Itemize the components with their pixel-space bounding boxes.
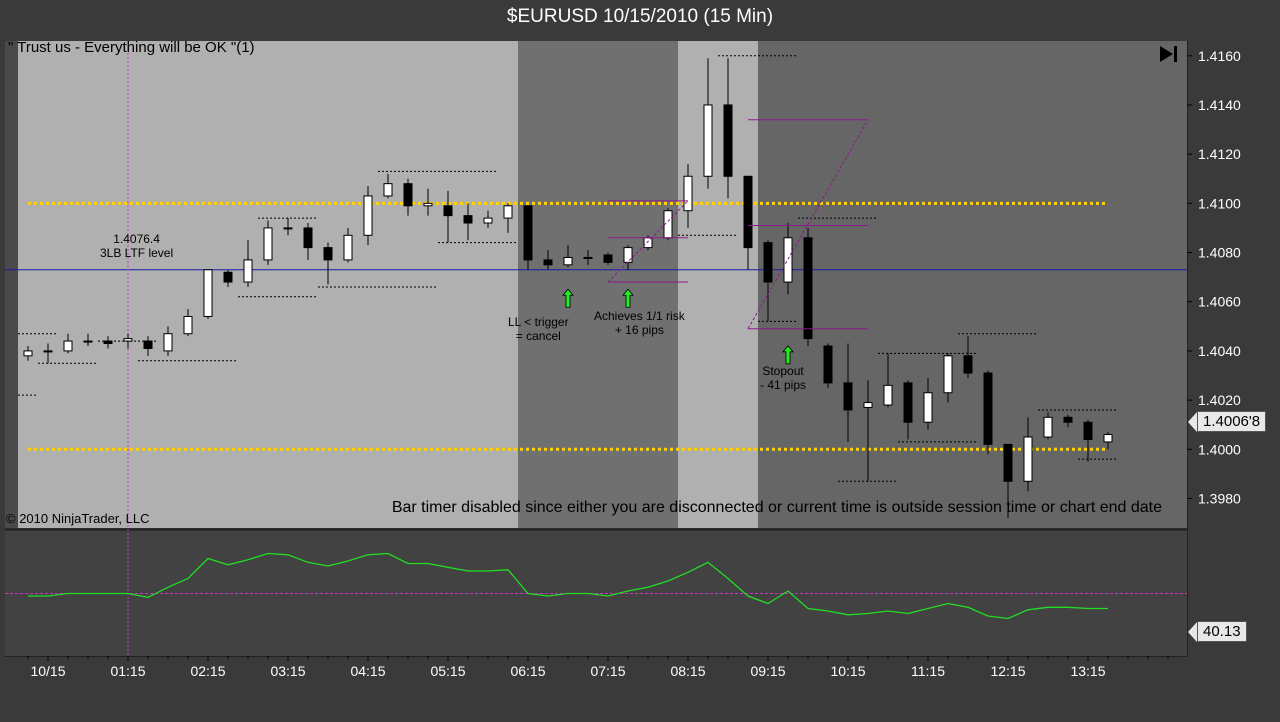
- candle-body: [783, 237, 793, 283]
- candle-body: [683, 175, 693, 212]
- candle-body: [1043, 416, 1053, 438]
- candle-body: [863, 402, 873, 408]
- candle-body: [503, 205, 513, 219]
- candle-body: [723, 104, 733, 177]
- candle-body: [183, 315, 193, 335]
- candle-body: [83, 340, 93, 343]
- candle-body: [423, 202, 433, 207]
- y-tick-label: 1.4080: [1198, 245, 1241, 261]
- candle-body: [23, 350, 33, 357]
- copyright-text: © 2010 NinjaTrader, LLC: [6, 511, 150, 526]
- x-tick-label: 12:15: [990, 663, 1025, 679]
- candle-body: [763, 242, 773, 283]
- candle-body: [263, 227, 273, 261]
- candle-body: [1003, 443, 1013, 482]
- x-tick-label: 11:15: [911, 663, 945, 679]
- indicator-badge-pointer: [1188, 622, 1197, 642]
- candle-body: [583, 256, 593, 259]
- x-tick-label: 04:15: [350, 663, 385, 679]
- x-tick-label: 07:15: [590, 663, 625, 679]
- candle-body: [363, 195, 373, 236]
- candle-body: [303, 227, 313, 249]
- candle-body: [43, 350, 53, 353]
- candle-body: [923, 392, 933, 423]
- x-tick-label: 01:15: [110, 663, 145, 679]
- candle-body: [943, 355, 953, 394]
- candle-body: [403, 183, 413, 207]
- x-tick-label: 09:15: [750, 663, 785, 679]
- candle-body: [63, 340, 73, 352]
- candle-body: [143, 340, 153, 349]
- candle-body: [563, 256, 573, 266]
- candle-body: [803, 237, 813, 340]
- session-band-light: [678, 41, 758, 528]
- y-tick-label: 1.4160: [1198, 48, 1241, 64]
- candle-body: [483, 217, 493, 224]
- candle-body: [343, 234, 353, 261]
- left-margin: [5, 41, 18, 528]
- candle-body: [283, 227, 293, 230]
- bar-timer-message: Bar timer disabled since either you are …: [391, 499, 1162, 516]
- candle-body: [1103, 434, 1113, 443]
- candle-body: [383, 183, 393, 197]
- session-band-mid: [758, 41, 1187, 528]
- candle-body: [883, 384, 893, 406]
- candle-body: [703, 104, 713, 177]
- y-tick-label: 1.4120: [1198, 146, 1241, 162]
- candle-body: [1083, 421, 1093, 440]
- session-band-dark: [518, 41, 678, 528]
- target-annotation: Achieves 1/1 risk + 16 pips: [594, 309, 685, 337]
- x-tick-label: 08:15: [670, 663, 705, 679]
- candle-body: [743, 175, 753, 249]
- ltf-level-annotation: 1.4076.4 3LB LTF level: [100, 232, 174, 260]
- candle-body: [163, 333, 173, 352]
- candle-body: [823, 345, 833, 384]
- candle-body: [843, 382, 853, 411]
- candle-body: [623, 247, 633, 263]
- candle-body: [523, 205, 533, 261]
- candle-body: [443, 205, 453, 217]
- candle-body: [963, 355, 973, 374]
- x-tick-label: 13:15: [1070, 663, 1105, 679]
- session-band-light: [18, 41, 518, 528]
- x-tick-label: 05:15: [430, 663, 465, 679]
- y-tick-label: 1.4140: [1198, 97, 1241, 113]
- current-price-badge: 1.4006'8: [1197, 411, 1267, 432]
- x-tick-label: 06:15: [510, 663, 545, 679]
- candle-body: [1023, 436, 1033, 482]
- x-tick-label: 10/15: [30, 663, 65, 679]
- candle-body: [223, 271, 233, 283]
- candle-body: [903, 382, 913, 423]
- y-tick-label: 1.4060: [1198, 294, 1241, 310]
- candle-body: [323, 247, 333, 261]
- candle-body: [603, 254, 613, 263]
- price-chart: 1.4160 1.4140 1.4120 1.4100 1.4080 1.4060 1.40…: [0, 0, 1280, 722]
- candle-body: [983, 372, 993, 445]
- stopout-annotation: Stopout - 41 pips: [760, 364, 807, 392]
- candle-body: [203, 269, 213, 317]
- y-tick-label: 1.4100: [1198, 195, 1241, 211]
- scroll-to-end-icon[interactable]: [1158, 44, 1180, 64]
- candle-body: [463, 215, 473, 224]
- y-tick-label: 1.4040: [1198, 343, 1241, 359]
- x-tick-label: 03:15: [270, 663, 305, 679]
- y-tick-label: 1.4020: [1198, 392, 1241, 408]
- candle-body: [543, 259, 553, 266]
- x-tick-label: 10:15: [830, 663, 865, 679]
- candle-body: [1063, 416, 1073, 423]
- y-tick-label: 1.4000: [1198, 441, 1241, 457]
- x-tick-label: 02:15: [190, 663, 225, 679]
- candle-body: [243, 259, 253, 283]
- y-tick-label: 1.3980: [1198, 490, 1241, 506]
- price-badge-pointer: [1188, 412, 1197, 432]
- strategy-label: " Trust us - Everything will be OK "(1): [8, 39, 255, 56]
- indicator-value-badge: 40.13: [1197, 621, 1247, 642]
- chart-title: $EURUSD 10/15/2010 (15 Min): [506, 6, 774, 27]
- cancel-annotation: LL < trigger = cancel: [508, 315, 569, 343]
